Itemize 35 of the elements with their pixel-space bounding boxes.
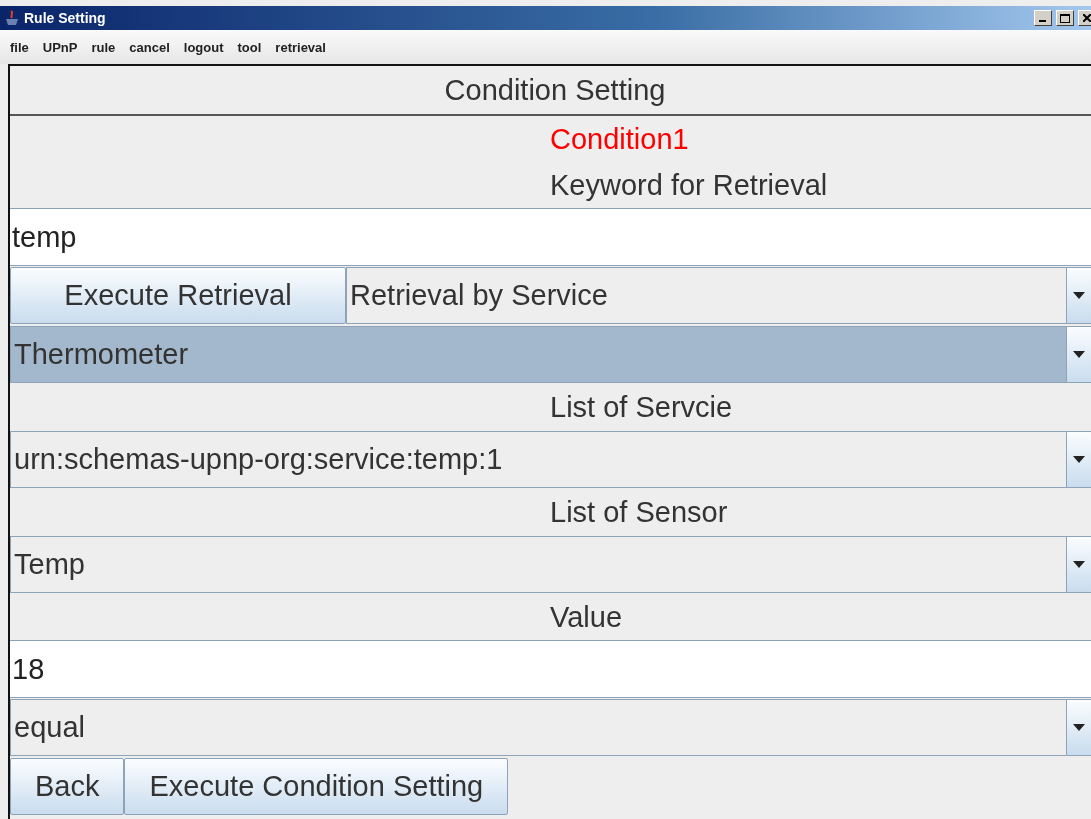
section-header: Condition Setting: [10, 66, 1091, 116]
field-label: Value: [549, 599, 624, 635]
field-label: Keyword for Retrieval: [549, 167, 829, 203]
menu-item[interactable]: retrieval: [275, 39, 326, 55]
menu-item[interactable]: tool: [237, 39, 262, 55]
field-label: List of Sensor: [549, 494, 729, 530]
dropdown-arrow-icon: [1073, 724, 1085, 731]
dropdown-arrow-icon: [1073, 561, 1085, 568]
field-label: List of Servcie: [549, 389, 734, 425]
minimize-button[interactable]: [1034, 10, 1052, 26]
dropdown[interactable]: Retrieval by Service: [346, 267, 1091, 324]
dropdown-arrow-icon: [1073, 292, 1085, 299]
retrieval-button[interactable]: Execute Retrieval: [10, 267, 346, 324]
menu-item[interactable]: cancel: [129, 39, 170, 55]
dropdown-arrow-icon: [1073, 456, 1085, 463]
cup-icon: [4, 9, 20, 27]
maximize-icon: [1060, 13, 1070, 23]
close-icon: [1083, 14, 1091, 22]
input-field[interactable]: temp: [10, 208, 1091, 266]
dropdown[interactable]: Thermometer: [10, 326, 1091, 383]
dropdown[interactable]: urn:schemas-upnp-org:service:temp:1: [10, 431, 1091, 488]
dropdown[interactable]: equal: [10, 699, 1091, 756]
dropdown[interactable]: Temp: [10, 536, 1091, 593]
maximize-button[interactable]: [1056, 10, 1074, 26]
input-field[interactable]: 18: [10, 640, 1091, 698]
menu-item[interactable]: UPnP: [42, 39, 78, 55]
window-title: Rule Setting: [24, 10, 107, 26]
action-button[interactable]: Execute Condition Setting: [124, 758, 509, 815]
menu-item[interactable]: file: [10, 39, 29, 55]
menu-item[interactable]: logout: [183, 39, 224, 55]
field-label: Condition1: [549, 121, 690, 157]
action-button[interactable]: Back: [10, 758, 125, 815]
close-button[interactable]: [1078, 10, 1091, 26]
dropdown-arrow-icon: [1073, 351, 1085, 358]
menu-item[interactable]: rule: [91, 39, 116, 55]
